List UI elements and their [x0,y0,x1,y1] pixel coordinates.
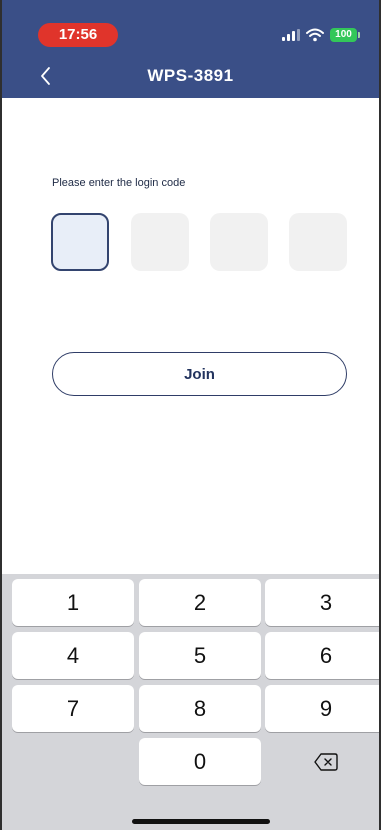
key-4[interactable]: 4 [12,632,134,679]
code-input-box-4[interactable] [289,213,347,271]
key-9[interactable]: 9 [265,685,379,732]
home-indicator[interactable] [132,819,270,824]
key-8[interactable]: 8 [139,685,261,732]
key-3[interactable]: 3 [265,579,379,626]
code-input-box-2[interactable] [131,213,189,271]
battery-icon: 100 [330,28,360,42]
key-7[interactable]: 7 [12,685,134,732]
login-code-prompt: Please enter the login code [52,177,186,189]
status-time: 17:56 [38,23,118,47]
backspace-icon [314,752,338,771]
join-button[interactable]: Join [52,352,347,396]
backspace-key[interactable] [265,738,379,785]
key-5[interactable]: 5 [139,632,261,679]
status-icons: 100 [282,26,360,44]
key-0[interactable]: 0 [139,738,261,785]
numeric-keypad: 1 2 3 4 5 6 7 8 9 0 [2,574,379,830]
code-input-box-1[interactable] [51,213,109,271]
key-blank [12,738,134,785]
signal-icon [282,29,300,41]
key-6[interactable]: 6 [265,632,379,679]
header: 17:56 100 WPS-3891 [2,0,379,98]
code-input-group [51,213,347,271]
code-input-box-3[interactable] [210,213,268,271]
key-2[interactable]: 2 [139,579,261,626]
phone-screen: 17:56 100 WPS-3891 Please enter the logi… [0,0,381,830]
key-1[interactable]: 1 [12,579,134,626]
wifi-icon [306,28,324,42]
page-title: WPS-3891 [147,66,234,85]
